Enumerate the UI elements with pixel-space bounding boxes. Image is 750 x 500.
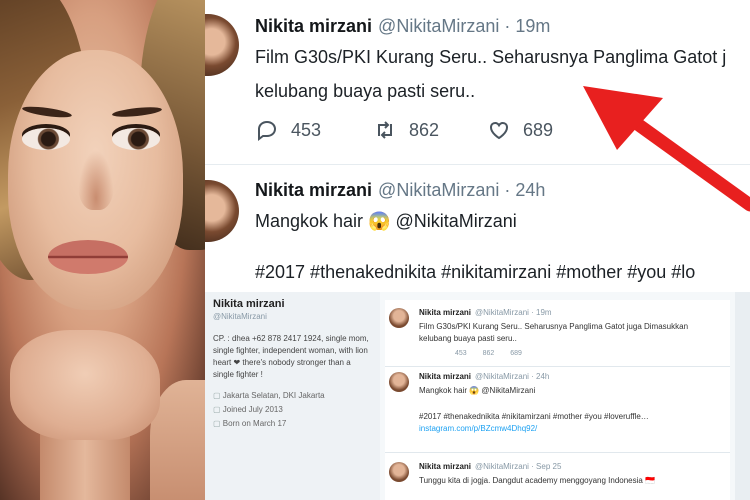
tweet-hashtags[interactable]: #2017 #thenakednikita #nikitamirzani #mo… [255, 262, 695, 283]
embedded-author-name: Nikita mirzani [419, 372, 472, 381]
embedded-location: Jakarta Selatan, DKI Jakarta [213, 389, 372, 403]
reply-button[interactable]: 453 [255, 118, 373, 142]
embedded-author-meta: @NikitaMirzani · 24h [475, 372, 550, 381]
author-name[interactable]: Nikita mirzani [255, 16, 372, 36]
embedded-profile-handle: @NikitaMirzani [213, 312, 267, 321]
embedded-tweet-text: kelubang buaya pasti seru.. [419, 334, 517, 343]
retweet-button[interactable]: 862 [373, 118, 487, 142]
embedded-tweet-author: Nikita mirzani @NikitaMirzani · 19m [419, 308, 552, 317]
reply-count: 453 [291, 119, 322, 140]
embedded-tweet-text: Tunggu kita di jogja. Dangdut academy me… [419, 476, 656, 485]
photo-eye-left [22, 128, 70, 150]
profile-photo [0, 0, 205, 500]
embedded-tweet-actions: 453 862 689 [455, 350, 522, 357]
embedded-tweet: Nikita mirzani @NikitaMirzani · 19m Film … [385, 300, 730, 370]
embedded-profile-card: Nikita mirzani @NikitaMirzani CP. : dhea… [205, 292, 380, 500]
embedded-author-name: Nikita mirzani [419, 308, 472, 317]
embedded-author-name: Nikita mirzani [419, 462, 472, 471]
divider [385, 452, 730, 453]
embedded-screenshot: Nikita mirzani @NikitaMirzani CP. : dhea… [205, 292, 750, 500]
embedded-tweet-link: instagram.com/p/BZcmw4Dhq92/ [419, 424, 538, 433]
embedded-joined: Joined July 2013 [213, 403, 372, 417]
tweet-text-line1: Film G30s/PKI Kurang Seru.. Seharusnya P… [255, 47, 727, 67]
embedded-profile-name: Nikita mirzani [213, 298, 285, 310]
embedded-tweet-text: Mangkok hair 😱 @NikitaMirzani [419, 386, 536, 395]
embedded-avatar [389, 372, 409, 392]
author-name[interactable]: Nikita mirzani [255, 180, 372, 200]
embedded-tweet-hashtags: #2017 #thenakednikita #nikitamirzani #mo… [419, 412, 649, 421]
reply-icon [258, 120, 277, 141]
embedded-avatar [389, 462, 409, 482]
retweet-count: 862 [409, 119, 440, 140]
divider [205, 164, 750, 165]
tweet-feed: Nikita mirzani @NikitaMirzani · 19m Film … [205, 0, 750, 500]
embedded-feed: Nikita mirzani @NikitaMirzani · 19m Film … [385, 300, 730, 500]
author-handle[interactable]: @NikitaMirzani · 24h [378, 180, 545, 200]
divider [385, 366, 730, 367]
tweet-actions: 453 862 689 [255, 118, 553, 142]
embedded-author-meta: @NikitaMirzani · Sep 25 [475, 462, 562, 471]
embedded-avatar [389, 308, 409, 328]
avatar[interactable] [205, 14, 239, 76]
photo-fist [10, 330, 160, 440]
embedded-born: Born on March 17 [213, 417, 372, 431]
embedded-author-meta: @NikitaMirzani · 19m [475, 308, 552, 317]
retweet-icon [378, 121, 392, 139]
like-button[interactable]: 689 [487, 118, 553, 142]
like-icon [489, 121, 509, 140]
tweet-text-line1: Mangkok hair 😱 @NikitaMirzani [255, 211, 517, 231]
tweet-author[interactable]: Nikita mirzani @NikitaMirzani · 19m [255, 16, 550, 37]
photo-nose [78, 150, 114, 210]
embedded-tweet-author: Nikita mirzani @NikitaMirzani · Sep 25 [419, 462, 561, 471]
photo-lips [48, 240, 128, 274]
embedded-tweet-author: Nikita mirzani @NikitaMirzani · 24h [419, 372, 549, 381]
photo-eye-right [112, 128, 160, 150]
author-handle[interactable]: @NikitaMirzani · 19m [378, 16, 550, 36]
embedded-tweet-text: Film G30s/PKI Kurang Seru.. Seharusnya P… [419, 322, 689, 331]
tweet-text-line2: kelubang buaya pasti seru.. [255, 81, 476, 101]
embedded-profile-meta: Jakarta Selatan, DKI Jakarta Joined July… [213, 389, 372, 431]
like-count: 689 [523, 119, 554, 140]
embedded-scrollbar [735, 292, 750, 500]
embedded-profile-bio: CP. : dhea +62 878 2417 1924, single mom… [213, 334, 369, 379]
tweet-author[interactable]: Nikita mirzani @NikitaMirzani · 24h [255, 180, 545, 201]
avatar[interactable] [205, 180, 239, 242]
